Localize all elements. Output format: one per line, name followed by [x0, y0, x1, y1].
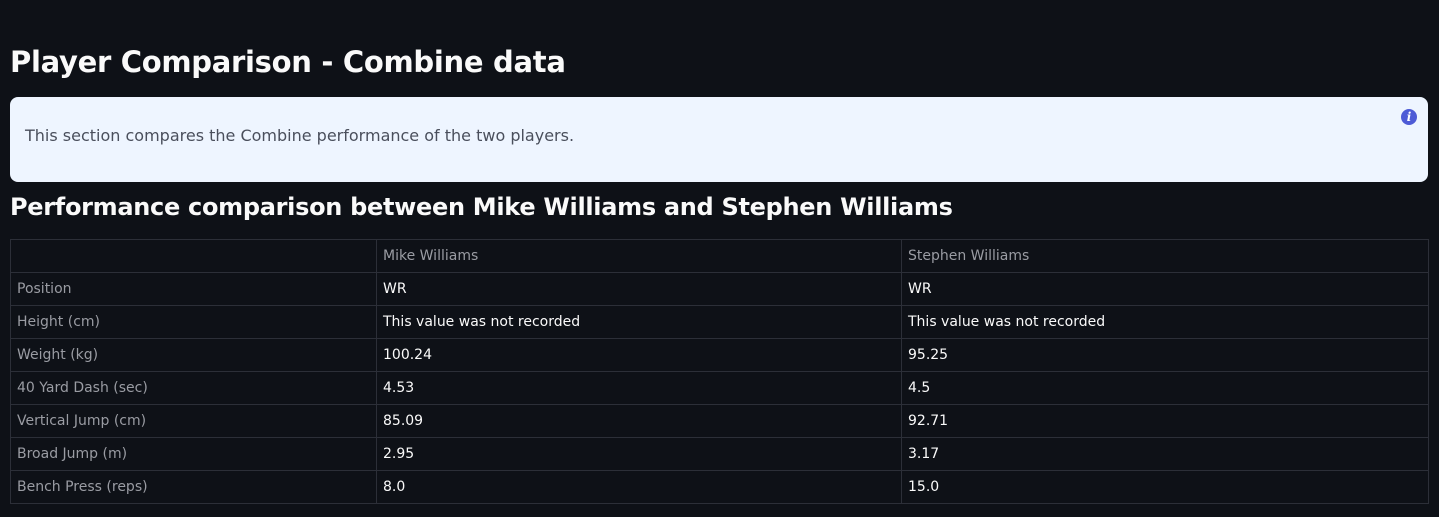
- info-alert: This section compares the Combine perfor…: [10, 97, 1428, 182]
- row-label: Weight (kg): [10, 338, 377, 372]
- table-cell: 92.71: [901, 404, 1429, 438]
- table-row: 40 Yard Dash (sec) 4.53 4.5: [10, 371, 1429, 405]
- row-label: 40 Yard Dash (sec): [10, 371, 377, 405]
- table-row: Bench Press (reps) 8.0 15.0: [10, 470, 1429, 504]
- table-row: Weight (kg) 100.24 95.25: [10, 338, 1429, 372]
- row-label: Bench Press (reps): [10, 470, 377, 504]
- page-title: Player Comparison - Combine data: [10, 45, 566, 79]
- info-icon: i: [1401, 109, 1417, 125]
- app-page: Player Comparison - Combine data This se…: [0, 0, 1439, 517]
- table-cell: 85.09: [376, 404, 902, 438]
- table-row: Broad Jump (m) 2.95 3.17: [10, 437, 1429, 471]
- row-label: Vertical Jump (cm): [10, 404, 377, 438]
- table-row: Height (cm) This value was not recorded …: [10, 305, 1429, 339]
- comparison-heading: Performance comparison between Mike Will…: [10, 193, 953, 221]
- table-cell: WR: [376, 272, 902, 306]
- table-cell: This value was not recorded: [901, 305, 1429, 339]
- table-cell: 3.17: [901, 437, 1429, 471]
- column-header-player-2: Stephen Williams: [901, 239, 1429, 273]
- table-cell: 8.0: [376, 470, 902, 504]
- table-row: Vertical Jump (cm) 85.09 92.71: [10, 404, 1429, 438]
- table-cell: 2.95: [376, 437, 902, 471]
- table-cell: This value was not recorded: [376, 305, 902, 339]
- table-cell: 95.25: [901, 338, 1429, 372]
- row-label: Position: [10, 272, 377, 306]
- column-header-index: [10, 239, 377, 273]
- table-cell: 100.24: [376, 338, 902, 372]
- table-cell: 4.5: [901, 371, 1429, 405]
- table-cell: 15.0: [901, 470, 1429, 504]
- info-text: This section compares the Combine perfor…: [25, 126, 575, 145]
- row-label: Height (cm): [10, 305, 377, 339]
- table-cell: WR: [901, 272, 1429, 306]
- table-header-row: Mike Williams Stephen Williams: [10, 239, 1429, 273]
- row-label: Broad Jump (m): [10, 437, 377, 471]
- table-row: Position WR WR: [10, 272, 1429, 306]
- comparison-table: Mike Williams Stephen Williams Position …: [10, 239, 1429, 504]
- column-header-player-1: Mike Williams: [376, 239, 902, 273]
- table-cell: 4.53: [376, 371, 902, 405]
